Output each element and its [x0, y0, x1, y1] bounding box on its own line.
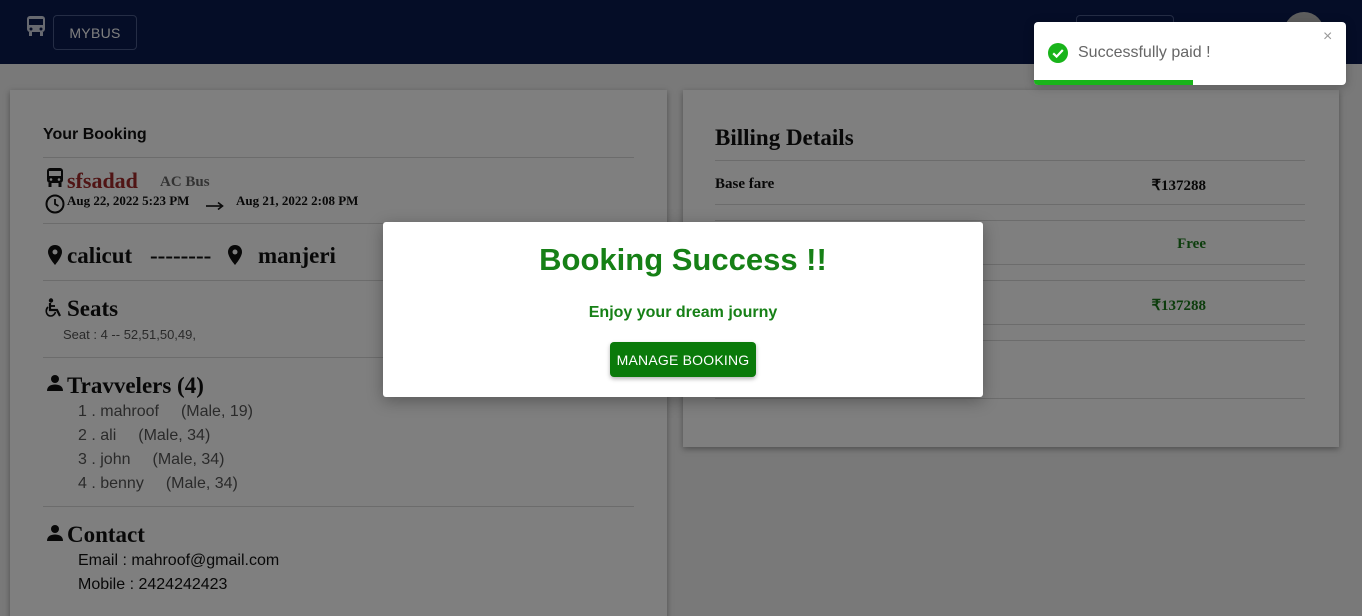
dialog-subtitle: Enjoy your dream journy [588, 304, 778, 321]
close-icon[interactable]: × [1323, 28, 1332, 46]
manage-booking-button[interactable]: MANAGE BOOKING [610, 342, 756, 377]
dialog-title: Booking Success !! [539, 242, 827, 277]
check-circle-icon [1048, 43, 1068, 63]
toast-message: Successfully paid ! [1078, 44, 1211, 61]
toast-progress-bar [1034, 80, 1194, 85]
booking-success-dialog: Booking Success !! Enjoy your dream jour… [383, 222, 983, 397]
toast-notification: Successfully paid ! × [1034, 22, 1346, 85]
